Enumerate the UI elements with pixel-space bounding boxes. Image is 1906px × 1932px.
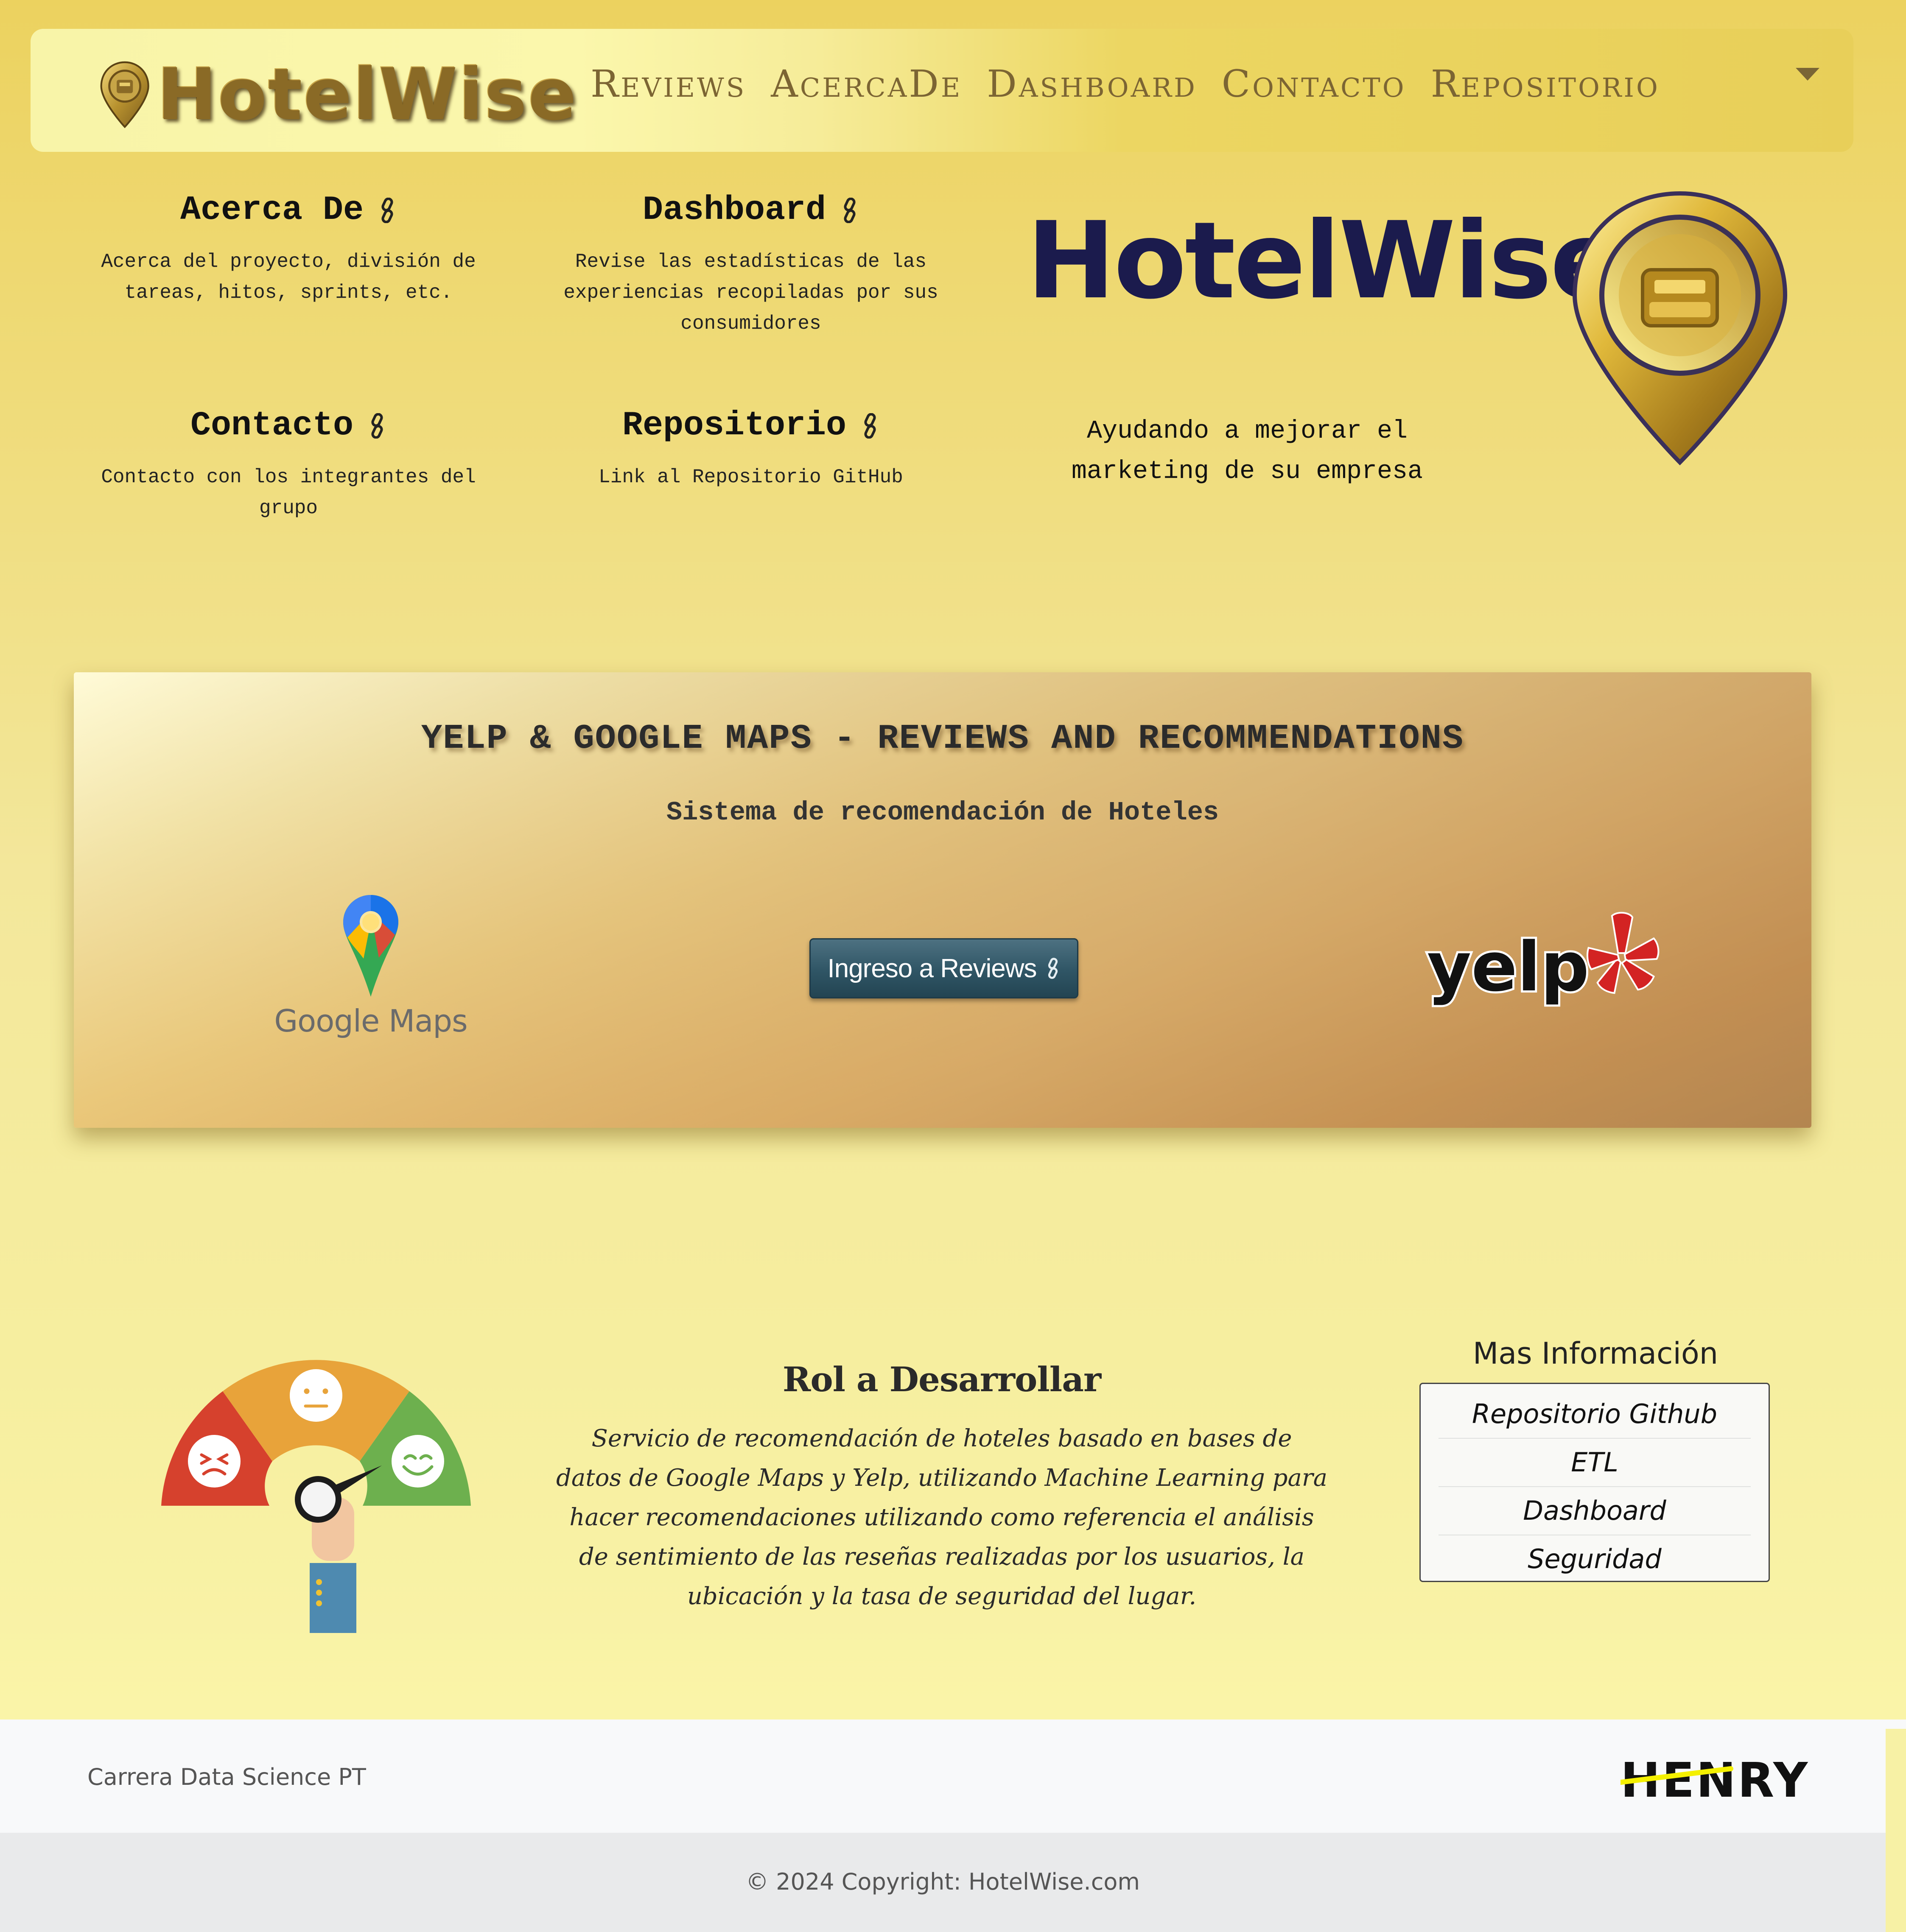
yelp-wordmark: yelp	[1427, 927, 1589, 1007]
nav-links: Reviews AcercaDe Dashboard Contacto Repo…	[591, 62, 1660, 106]
mas-info-list: Repositorio Github ETL Dashboard Segurid…	[1419, 1383, 1770, 1582]
page-edge-strip	[1886, 1729, 1906, 1932]
contacto-title: Contacto	[190, 406, 354, 445]
copyright-text: © 2024 Copyright: HotelWise.com	[745, 1868, 1140, 1895]
ingreso-reviews-button[interactable]: Ingreso a Reviews	[809, 938, 1078, 998]
link-icon	[864, 413, 876, 439]
section-dashboard: Dashboard Revise las estadísticas de las…	[518, 191, 984, 339]
mas-info-link-etl[interactable]: ETL	[1439, 1439, 1751, 1487]
section-contacto: Contacto Contacto con los integrantes de…	[55, 406, 522, 524]
rol-description: Servicio de recomendación de hoteles bas…	[556, 1425, 1328, 1610]
link-icon	[1048, 958, 1058, 979]
repositorio-desc: Link al Repositorio GitHub	[599, 466, 903, 488]
hero-brand: HotelWise	[1027, 199, 1622, 322]
mas-info-link-dashboard[interactable]: Dashboard	[1439, 1487, 1751, 1535]
dashboard-title: Dashboard	[642, 191, 826, 229]
nav-contacto[interactable]: Contacto	[1222, 62, 1406, 106]
contacto-desc: Contacto con los integrantes del grupo	[101, 466, 476, 519]
nav-acercade[interactable]: AcercaDe	[771, 62, 962, 106]
henry-logo[interactable]: HENRY	[1621, 1756, 1841, 1803]
repositorio-title: Repositorio	[622, 406, 847, 445]
nav-repositorio[interactable]: Repositorio	[1431, 62, 1660, 106]
google-maps-label: Google Maps	[274, 1003, 467, 1039]
section-repositorio: Repositorio Link al Repositorio GitHub	[518, 406, 984, 493]
banner-title: YELP & GOOGLE MAPS - REVIEWS AND RECOMME…	[421, 719, 1464, 758]
acerca-title-link[interactable]: Acerca De	[180, 191, 397, 229]
caret-down-icon[interactable]	[1796, 68, 1819, 81]
navbar: HotelWise Reviews AcercaDe Dashboard Con…	[31, 29, 1853, 152]
contacto-title-link[interactable]: Contacto	[190, 406, 386, 445]
hotel-pin-icon	[100, 61, 149, 129]
nav-reviews[interactable]: Reviews	[591, 62, 746, 106]
brand-logo[interactable]: HotelWise	[98, 50, 578, 139]
repositorio-title-link[interactable]: Repositorio	[622, 406, 879, 445]
acerca-title: Acerca De	[180, 191, 364, 229]
mas-info-link-repositorio[interactable]: Repositorio Github	[1439, 1390, 1751, 1439]
mas-info-link-seguridad[interactable]: Seguridad	[1439, 1535, 1751, 1583]
mas-info-title: Mas Información	[1472, 1336, 1718, 1371]
dashboard-title-link[interactable]: Dashboard	[643, 191, 859, 229]
ingreso-reviews-label: Ingreso a Reviews	[827, 953, 1037, 983]
dashboard-desc: Revise las estadísticas de las experienc…	[563, 251, 938, 335]
section-acerca: Acerca De Acerca del proyecto, división …	[55, 191, 522, 308]
footer-career-text: Carrera Data Science PT	[87, 1764, 366, 1790]
hero-banner: YELP & GOOGLE MAPS - REVIEWS AND RECOMME…	[74, 672, 1811, 1128]
link-icon	[371, 413, 383, 439]
hotel-pin-icon	[1572, 191, 1788, 466]
yelp-logo[interactable]: yelp	[1423, 910, 1660, 1020]
hero-tagline: Ayudando a mejorar el marketing de su em…	[1071, 417, 1423, 486]
brand-text: HotelWise	[157, 53, 578, 136]
link-icon	[381, 197, 393, 223]
banner-subtitle: Sistema de recomendación de Hoteles	[666, 797, 1219, 828]
link-icon	[844, 197, 856, 223]
nav-dashboard[interactable]: Dashboard	[987, 62, 1197, 106]
acerca-desc: Acerca del proyecto, división de tareas,…	[101, 251, 476, 304]
rol-title: Rol a Desarrollar	[782, 1359, 1101, 1399]
satisfaction-gauge-illustration	[161, 1360, 471, 1633]
